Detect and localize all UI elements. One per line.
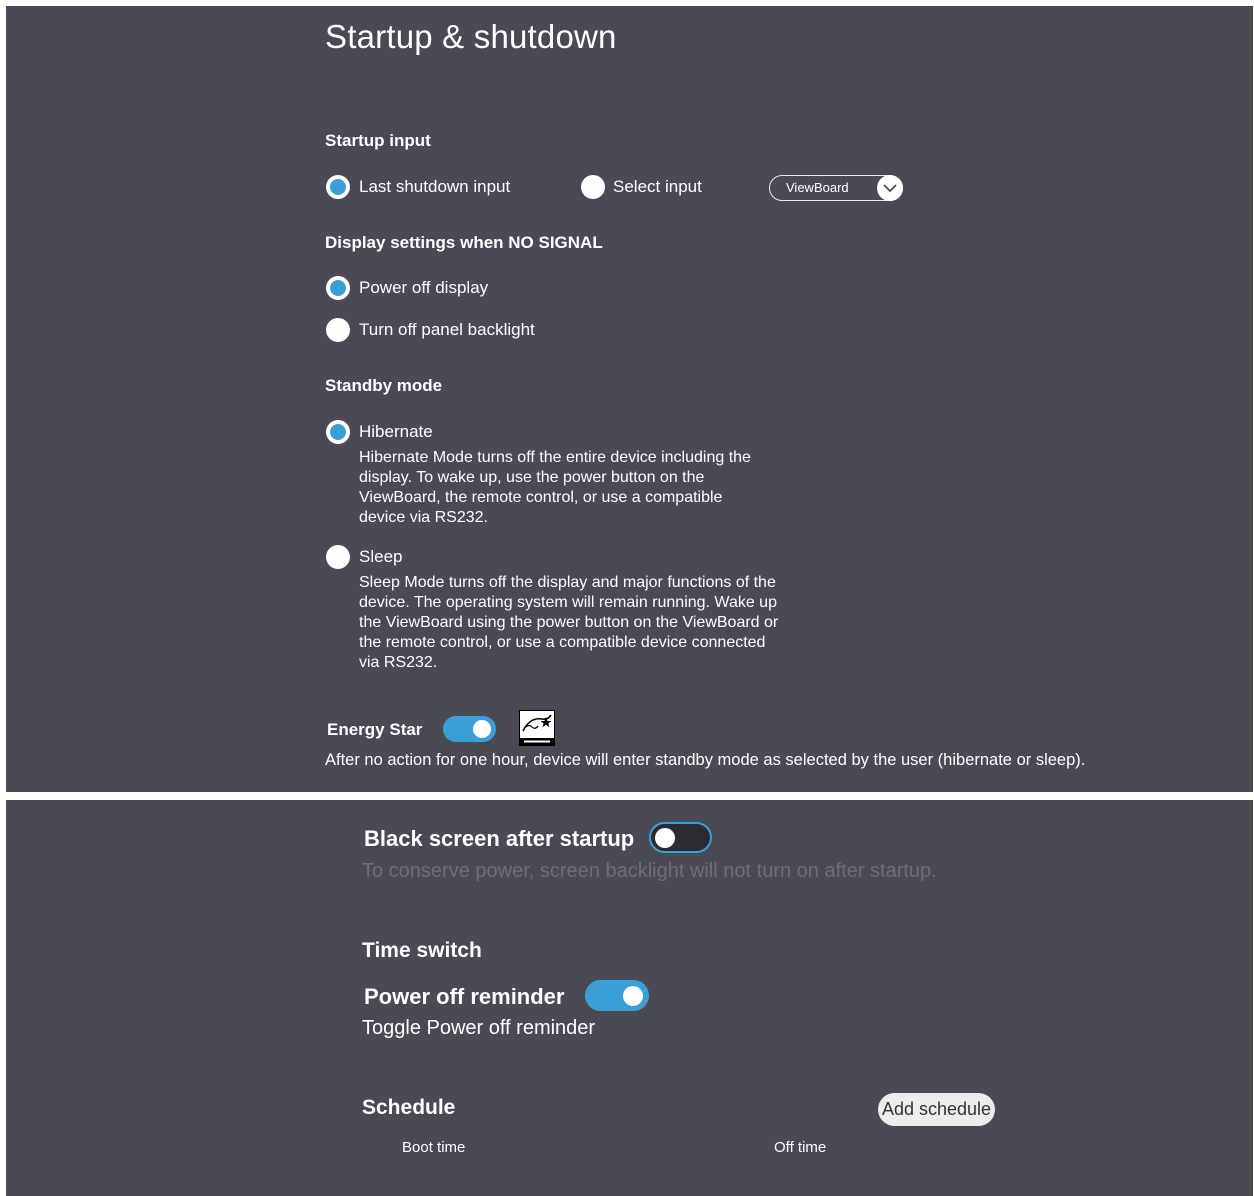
power-off-reminder-toggle[interactable] (585, 980, 649, 1011)
energy-star-toggle[interactable] (443, 716, 496, 742)
turn-off-backlight-label: Turn off panel backlight (359, 320, 535, 339)
input-source-value: ViewBoard (786, 180, 849, 195)
standby-mode-heading: Standby mode (325, 376, 443, 395)
black-screen-description: To conserve power, screen backlight will… (362, 860, 937, 882)
select-input-radio[interactable] (581, 175, 605, 199)
energy-star-note: After no action for one hour, device wil… (325, 751, 1086, 769)
startup-input-heading: Startup input (325, 131, 431, 150)
sleep-description: Sleep Mode turns off the display and maj… (359, 574, 779, 671)
input-source-dropdown[interactable]: ViewBoard (769, 174, 903, 201)
energy-star-logo-icon (519, 710, 555, 746)
no-signal-heading: Display settings when NO SIGNAL (325, 233, 603, 252)
schedule-heading: Schedule (362, 1096, 456, 1119)
sleep-radio[interactable] (326, 545, 350, 569)
chevron-down-icon[interactable] (877, 174, 903, 201)
time-switch-heading: Time switch (362, 939, 482, 962)
hibernate-radio[interactable] (326, 420, 350, 444)
power-off-display-label: Power off display (359, 278, 489, 297)
hibernate-description: Hibernate Mode turns off the entire devi… (359, 449, 751, 526)
add-schedule-button[interactable]: Add schedule (878, 1093, 995, 1126)
select-input-label: Select input (613, 177, 702, 196)
startup-shutdown-panel (6, 6, 1253, 792)
page-title: Startup & shutdown (325, 18, 617, 55)
last-shutdown-input-radio[interactable] (326, 175, 350, 199)
black-screen-toggle[interactable] (649, 822, 712, 853)
power-off-display-radio[interactable] (326, 276, 350, 300)
black-screen-label: Black screen after startup (364, 826, 635, 851)
turn-off-backlight-radio[interactable] (326, 318, 350, 342)
power-off-reminder-description: Toggle Power off reminder (362, 1017, 596, 1039)
boot-time-column-header: Boot time (402, 1139, 466, 1156)
toggle-knob (655, 827, 675, 848)
sleep-label: Sleep (359, 547, 403, 566)
toggle-knob (473, 720, 491, 738)
power-off-reminder-label: Power off reminder (364, 984, 565, 1009)
off-time-column-header: Off time (774, 1139, 827, 1156)
toggle-knob (623, 985, 643, 1006)
energy-star-label: Energy Star (327, 720, 423, 739)
hibernate-label: Hibernate (359, 422, 433, 441)
last-shutdown-input-label: Last shutdown input (359, 177, 511, 196)
